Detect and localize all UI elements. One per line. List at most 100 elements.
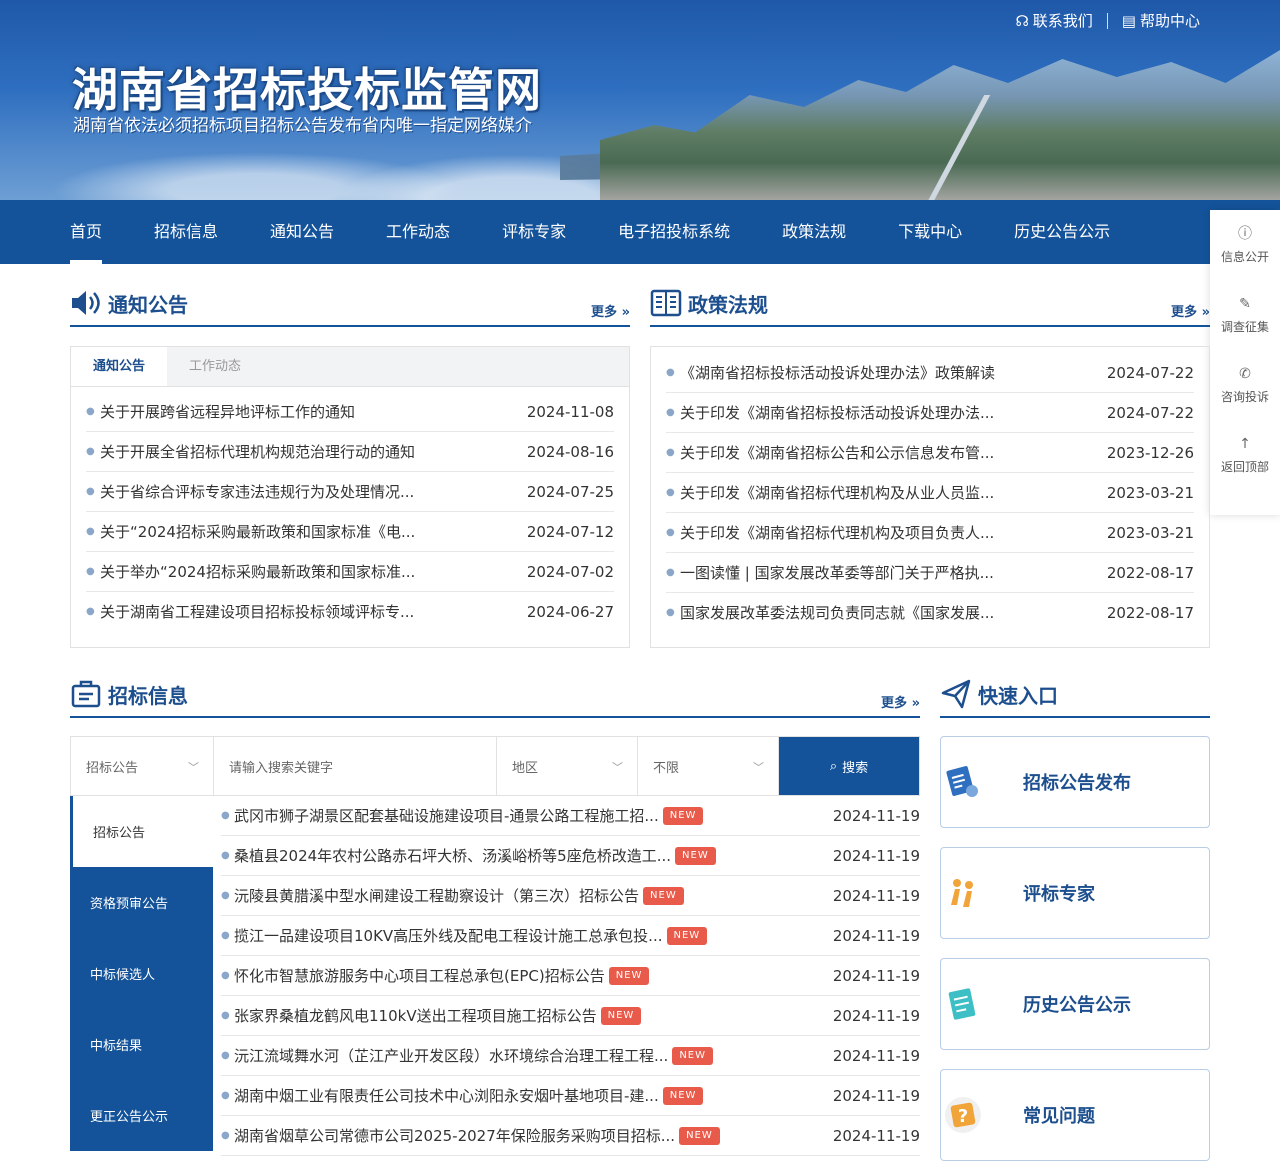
chevron-down-icon: ﹀ [188, 761, 199, 774]
nav-bidding-info[interactable]: 招标信息 [154, 200, 218, 264]
bullet-icon: ● [86, 566, 95, 577]
item-date: 2024-07-02 [526, 563, 614, 581]
keyword-search-input[interactable]: 请输入搜索关键字 [214, 737, 497, 795]
book-icon [650, 289, 682, 317]
bullet-icon: ● [666, 407, 675, 418]
sidebar-info-public[interactable]: ⓘ 信息公开 [1210, 210, 1280, 280]
nav-home[interactable]: 首页 [70, 200, 103, 264]
new-badge: NEW [666, 927, 708, 945]
list-item[interactable]: ● 关于印发《湖南省招标投标活动投诉处理办法... 2024-07-22 [666, 393, 1194, 433]
main-nav: 首页 招标信息 通知公告 工作动态 评标专家 电子招投标系统 政策法规 下载中心… [0, 200, 1280, 264]
region-select[interactable]: 地区 ﹀ [497, 737, 638, 795]
bullet-icon: ● [221, 1130, 230, 1141]
list-item[interactable]: ● 关于湖南省工程建设项目招标投标领域评标专... 2024-06-27 [86, 592, 614, 632]
item-date: 2024-11-19 [832, 967, 920, 985]
bid-list-item[interactable]: ● 张家界桑植龙鹤风电110kV送出工程项目施工招标公告 NEW 2024-11-19 [221, 996, 920, 1036]
speaker-icon [72, 291, 100, 315]
notices-title: 通知公告 [108, 293, 188, 317]
list-item[interactable]: ● 国家发展改革委法规司负责同志就《国家发展... 2022-08-17 [666, 593, 1194, 633]
list-item[interactable]: ● 关于印发《湖南省招标公告和公示信息发布管... 2023-12-26 [666, 433, 1194, 473]
search-button[interactable]: ⌕ 搜索 [779, 737, 919, 795]
item-title: 武冈市狮子湖景区配套基础设施建设项目-通景公路工程施工招... [234, 807, 659, 825]
list-item[interactable]: ● 关于开展跨省远程异地评标工作的通知 2024-11-08 [86, 392, 614, 432]
nav-e-bidding[interactable]: 电子招投标系统 [618, 200, 730, 264]
item-title: 桑植县2024年农村公路赤石坪大桥、汤溪峪桥等5座危桥改造工... [234, 847, 672, 865]
sidebar-back-to-top[interactable]: ↑ 返回顶部 [1210, 420, 1280, 490]
list-item[interactable]: ● 关于印发《湖南省招标代理机构及项目负责人... 2023-03-21 [666, 513, 1194, 553]
double-chevron-icon: » [1201, 305, 1210, 320]
nav-experts[interactable]: 评标专家 [502, 200, 566, 264]
category-corrections[interactable]: 更正公告公示 [70, 1080, 213, 1151]
new-badge: NEW [679, 1127, 720, 1145]
quick-header: 快速入口 [940, 670, 1210, 718]
list-item[interactable]: ● 关于开展全省招标代理机构规范治理行动的通知 2024-08-16 [86, 432, 614, 472]
item-title: 关于举办“2024招标采购最新政策和国家标准... [100, 563, 416, 581]
floating-sidebar: ⓘ 信息公开 ✎ 调查征集 ✆ 咨询投诉 ↑ 返回顶部 [1210, 210, 1280, 515]
top-links: ☊ 联系我们 ▤ 帮助中心 [1015, 10, 1200, 31]
bidding-more-link[interactable]: 更多 » [881, 692, 920, 711]
bid-list-item[interactable]: ● 桑植县2024年农村公路赤石坪大桥、汤溪峪桥等5座危桥改造工... NEW 202… [221, 836, 920, 876]
list-item[interactable]: ● 关于省综合评标专家违法违规行为及处理情况... 2024-07-25 [86, 472, 614, 512]
list-item[interactable]: ● 关于“2024招标采购最新政策和国家标准《电... 2024-07-12 [86, 512, 614, 552]
list-item[interactable]: ● 关于举办“2024招标采购最新政策和国家标准... 2024-07-02 [86, 552, 614, 592]
category-candidates[interactable]: 中标候选人 [70, 938, 213, 1009]
limit-select[interactable]: 不限 ﹀ [638, 737, 779, 795]
sidebar-complaint[interactable]: ✆ 咨询投诉 [1210, 350, 1280, 420]
bid-list-item[interactable]: ● 沅陵县黄腊溪中型水闸建设工程勘察设计（第三次）招标公告 NEW 2024-11-1… [221, 876, 920, 916]
policy-more-link[interactable]: 更多 » [1171, 301, 1210, 320]
item-date: 2024-07-25 [526, 483, 614, 501]
quick-history[interactable]: 历史公告公示 [940, 958, 1210, 1050]
quick-experts[interactable]: 评标专家 [940, 847, 1210, 939]
list-item[interactable]: ● 一图读懂 | 国家发展改革委等部门关于严格执... 2022-08-17 [666, 553, 1194, 593]
new-badge: NEW [662, 807, 704, 825]
category-bid-announcement[interactable]: 招标公告 [70, 796, 213, 867]
bullet-icon: ● [666, 367, 675, 378]
bullet-icon: ● [221, 1010, 230, 1021]
nav-notices[interactable]: 通知公告 [270, 200, 334, 264]
bullet-icon: ● [221, 810, 230, 821]
nav-history[interactable]: 历史公告公示 [1014, 200, 1110, 264]
tab-work-news[interactable]: 工作动态 [167, 347, 263, 386]
quick-bid-publish[interactable]: 招标公告发布 [940, 736, 1210, 828]
help-center-link[interactable]: ▤ 帮助中心 [1122, 10, 1200, 31]
quick-faq[interactable]: ? 常见问题 [940, 1069, 1210, 1161]
item-title: 关于印发《湖南省招标代理机构及项目负责人... [680, 524, 995, 542]
item-date: 2024-11-19 [832, 1127, 920, 1145]
bid-list-item[interactable]: ● 湖南中烟工业有限责任公司技术中心浏阳永安烟叶基地项目-建... NEW 2024-… [221, 1076, 920, 1116]
notices-header: 通知公告 更多 » [70, 279, 630, 327]
item-date: 2024-11-19 [832, 1007, 920, 1025]
notices-tabs: 通知公告 工作动态 [71, 347, 629, 387]
tab-notices[interactable]: 通知公告 [71, 347, 167, 386]
item-title: 关于印发《湖南省招标代理机构及从业人员监... [680, 484, 995, 502]
bullet-icon: ● [86, 526, 95, 537]
document-icon: ▤ [1121, 11, 1136, 30]
bid-list-item[interactable]: ● 武冈市狮子湖景区配套基础设施建设项目-通景公路工程施工招... NEW 2024-… [221, 796, 920, 836]
contact-us-link[interactable]: ☊ 联系我们 [1015, 10, 1092, 31]
bid-list-item[interactable]: ● 沅江流域舞水河（芷江产业开发区段）水环境综合治理工程工程... NEW 2024-… [221, 1036, 920, 1076]
policy-header: 政策法规 更多 » [650, 279, 1210, 327]
svg-text:?: ? [958, 1106, 968, 1127]
nav-policy[interactable]: 政策法规 [782, 200, 846, 264]
item-title: 关于“2024招标采购最新政策和国家标准《电... [100, 523, 416, 541]
bullet-icon: ● [86, 606, 95, 617]
bullet-icon: ● [666, 607, 675, 618]
notices-list: ● 关于开展跨省远程异地评标工作的通知 2024-11-08 ● 关于开展全省招标代理机… [71, 387, 629, 632]
item-date: 2024-11-19 [832, 1047, 920, 1065]
bullet-icon: ● [221, 930, 230, 941]
bullet-icon: ● [86, 446, 95, 457]
announcement-type-select[interactable]: 招标公告 ﹀ [71, 737, 214, 795]
category-prequalification[interactable]: 资格预审公告 [70, 867, 213, 938]
list-item[interactable]: ● 关于印发《湖南省招标代理机构及从业人员监... 2023-03-21 [666, 473, 1194, 513]
list-item[interactable]: ● 《湖南省招标投标活动投诉处理办法》政策解读 2024-07-22 [666, 353, 1194, 393]
nav-work-news[interactable]: 工作动态 [386, 200, 450, 264]
bid-list-item[interactable]: ● 揽江一品建设项目10KV高压外线及配电工程设计施工总承包投... NEW 2024… [221, 916, 920, 956]
bid-list-item[interactable]: ● 湖南省烟草公司常德市公司2025-2027年保险服务采购项目招标... NEW 2… [221, 1116, 920, 1156]
category-results[interactable]: 中标结果 [70, 1009, 213, 1080]
sidebar-survey[interactable]: ✎ 调查征集 [1210, 280, 1280, 350]
bid-list-item[interactable]: ● 怀化市智慧旅游服务中心项目工程总承包(EPC)招标公告 NEW 2024-11-1… [221, 956, 920, 996]
nav-downloads[interactable]: 下载中心 [898, 200, 962, 264]
item-date: 2024-07-12 [526, 523, 614, 541]
item-date: 2024-07-22 [1106, 364, 1194, 382]
notices-more-link[interactable]: 更多 » [591, 301, 630, 320]
item-title: 湖南中烟工业有限责任公司技术中心浏阳永安烟叶基地项目-建... [234, 1087, 659, 1105]
